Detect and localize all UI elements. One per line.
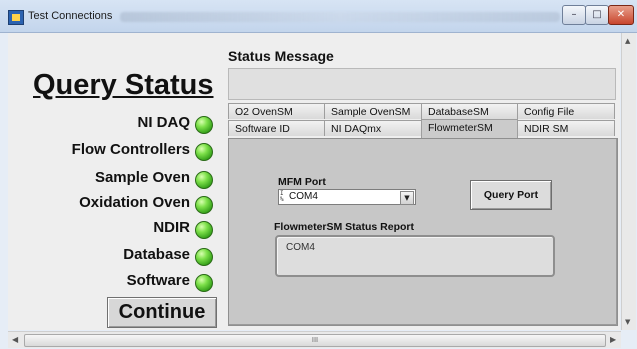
horizontal-scrollbar[interactable]: ◀ III ▶ [8,331,621,348]
tab-flowmetersm[interactable]: FlowmeterSM [421,119,518,138]
scroll-right-icon[interactable]: ▶ [610,335,616,344]
status-led-flow-controllers-icon [195,143,213,161]
tab-software-id[interactable]: Software ID [228,120,325,136]
scroll-up-icon[interactable]: ▲ [625,37,630,45]
minimize-button[interactable]: – [562,5,586,25]
status-label-flow-controllers: Flow Controllers [71,141,190,158]
status-report-box: COM4 [275,235,555,277]
tab-databasesm[interactable]: DatabaseSM [421,103,518,119]
mfm-port-value: COM4 [289,191,318,202]
window-title: Test Connections [28,10,113,22]
status-message-box [228,68,616,100]
status-led-database-icon [195,248,213,266]
vertical-scrollbar[interactable]: ▲ ▼ [621,33,636,330]
tab-ndir-sm[interactable]: NDIR SM [517,120,615,136]
mfm-port-label: MFM Port [278,176,326,188]
scroll-down-icon[interactable]: ▼ [625,318,630,326]
continue-button[interactable]: Continue [107,297,217,328]
status-label-oxidation-oven: Oxidation Oven [79,194,190,211]
status-led-oxidation-oven-icon [195,196,213,214]
blurred-toolbar-strip [120,12,560,22]
report-label: FlowmeterSM Status Report [274,221,415,233]
status-label-ndir: NDIR [153,219,190,236]
status-led-ndir-icon [195,221,213,239]
query-port-button[interactable]: Query Port [470,180,552,210]
query-status-heading: Query Status [33,69,214,101]
status-label-ni-daq: NI DAQ [137,114,191,131]
tab-config-file[interactable]: Config File [517,103,615,119]
tab-sample-ovensm[interactable]: Sample OvenSM [324,103,422,119]
horizontal-scroll-thumb[interactable]: III [24,334,606,347]
tab-ni-daqmx[interactable]: NI DAQmx [324,120,422,136]
status-message-label: Status Message [228,48,334,64]
chevron-down-icon[interactable]: ▼ [400,191,414,205]
status-label-sample-oven: Sample Oven [94,169,190,186]
visa-resource-icon: I% [280,190,284,203]
title-bar[interactable]: Test Connections – □ ✕ [0,0,637,33]
scroll-left-icon[interactable]: ◀ [12,335,18,344]
status-led-ni-daq-icon [195,116,213,134]
tab-o2-ovensm[interactable]: O2 OvenSM [228,103,325,119]
app-icon [8,10,24,25]
close-button[interactable]: ✕ [608,5,634,25]
mfm-port-select[interactable]: I% COM4 ▼ [278,189,416,205]
status-label-software: Software [126,272,190,289]
status-label-database: Database [123,246,190,263]
status-led-sample-oven-icon [195,171,213,189]
status-report-value: COM4 [286,242,315,253]
test-connections-window: Test Connections – □ ✕ Query Status NI D… [0,0,637,349]
status-led-software-icon [195,274,213,292]
maximize-button[interactable]: □ [585,5,609,25]
